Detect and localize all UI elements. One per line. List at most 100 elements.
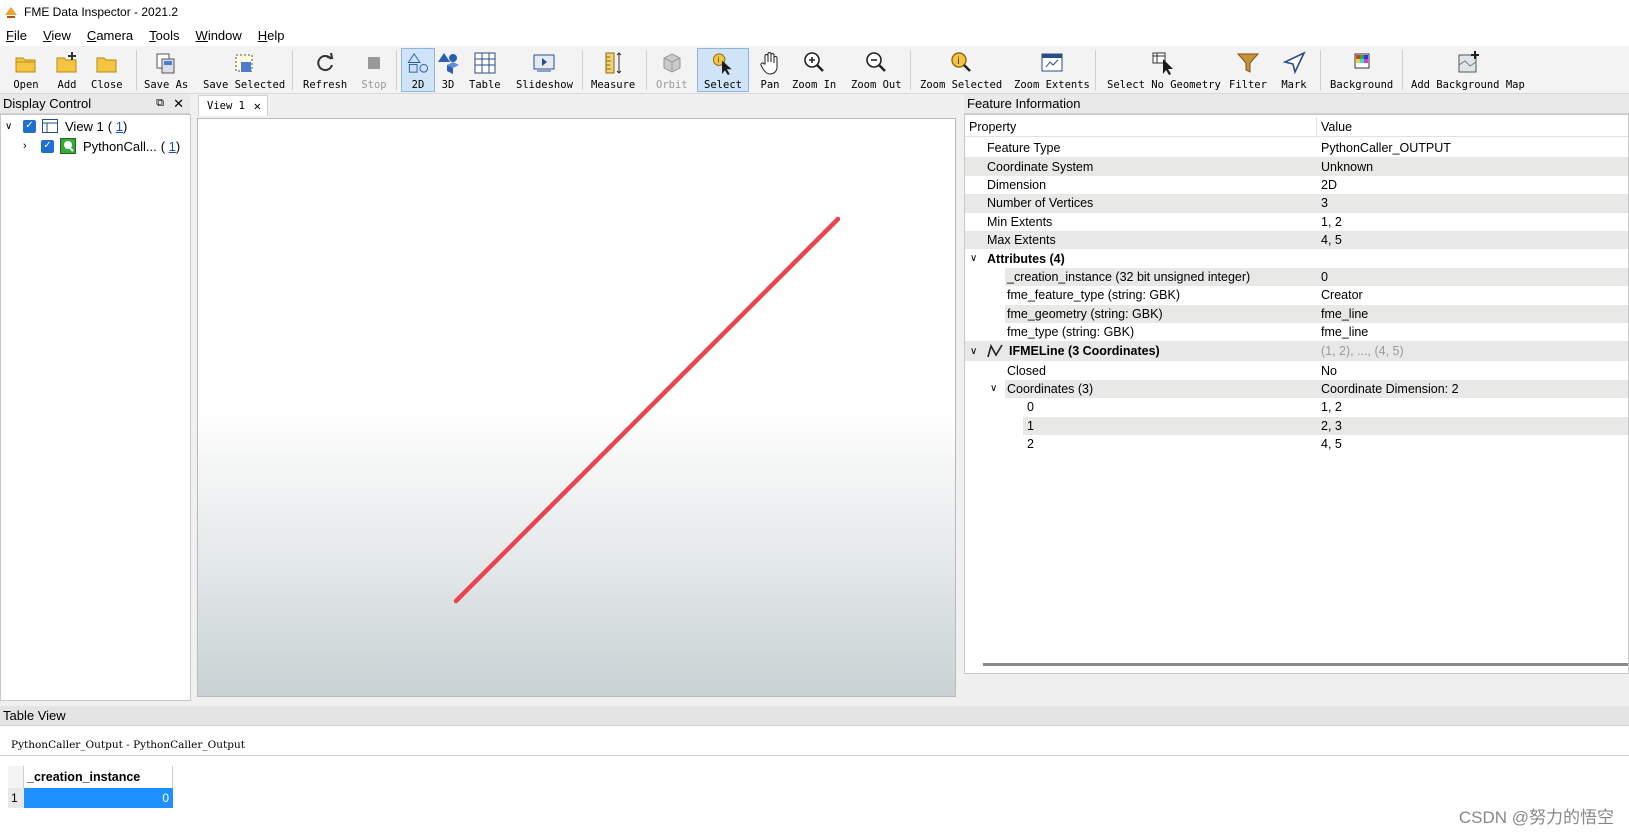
orbit-button[interactable]: Orbit [653,48,691,92]
pan-button[interactable]: Pan [754,48,786,92]
watermark: CSDN @努力的悟空 [1458,808,1614,827]
zoom-out-icon [866,52,887,72]
column-header-creation-instance[interactable]: _creation_instance [24,766,173,788]
menu-window[interactable]: Window [196,28,242,43]
property-row[interactable]: Coordinate System Unknown [965,157,1628,176]
measure-button[interactable]: Measure [588,48,638,92]
hand-icon [760,52,778,75]
save-as-icon [156,53,175,74]
property-row[interactable]: Dimension 2D [965,176,1628,194]
svg-text:i: i [957,56,960,67]
title-bar: FME Data Inspector - 2021.2 [0,0,1629,24]
zoom-in-button[interactable]: Zoom In [789,48,839,92]
chevron-down-icon[interactable]: ∨ [990,383,997,394]
close-panel-icon[interactable]: ✕ [173,96,184,112]
pythoncaller-checkbox[interactable]: ✓ [41,139,54,153]
map-viewport[interactable] [197,118,956,697]
geometry-property-row[interactable]: Closed No [965,361,1628,379]
attribute-row[interactable]: fme_feature_type (string: GBK) Creator [965,286,1628,304]
zoom-in-icon [804,52,825,72]
view1-count-link[interactable]: 1 [116,119,123,134]
pythoncaller-label: PythonCall... [83,138,157,154]
save-as-button[interactable]: Save As [141,48,191,92]
open-button[interactable]: Open [10,48,42,92]
svg-text:i: i [717,56,719,65]
coordinates-group-row[interactable]: ∨ Coordinates (3) Coordinate Dimension: … [965,379,1628,399]
add-button[interactable]: Add [51,48,83,92]
coordinate-row[interactable]: 0 1, 2 [965,398,1628,416]
folder-add-icon [56,52,77,73]
attribute-row[interactable]: fme_geometry (string: GBK) fme_line [965,304,1628,323]
property-row[interactable]: Min Extents 1, 2 [965,213,1628,231]
display-control-title-bar: Display Control ⧉ ✕ [0,94,190,114]
tab-view1[interactable]: View 1 ✕ [198,95,268,116]
property-row[interactable]: Max Extents 4, 5 [965,231,1628,250]
view-window-icon [42,119,58,133]
close-button[interactable]: Close [88,48,126,92]
pythoncaller-count-link[interactable]: 1 [169,139,176,154]
table-source-selector[interactable]: PythonCaller_Output - PythonCaller_Outpu… [0,734,1629,756]
chevron-right-icon[interactable]: › [23,140,37,152]
zoom-selected-button[interactable]: i Zoom Selected [917,48,1005,92]
chevron-down-icon[interactable]: ∨ [970,253,977,264]
attribute-row[interactable]: _creation_instance (32 bit unsigned inte… [965,267,1628,287]
tree-item-pythoncaller[interactable]: › ✓ PythonCall... ( 1) [23,136,180,156]
zoom-extents-button[interactable]: Zoom Extents [1011,48,1093,92]
attribute-row[interactable]: fme_type (string: GBK) fme_line [965,323,1628,341]
menu-help[interactable]: Help [258,28,285,43]
refresh-icon [317,52,334,72]
chevron-down-icon[interactable]: ∨ [5,121,19,132]
select-button[interactable]: i Select [697,48,749,92]
value-column-header[interactable]: Value [1321,120,1352,134]
close-tab-icon[interactable]: ✕ [254,99,261,113]
background-button[interactable]: Background [1327,48,1396,92]
coordinate-row[interactable]: 1 2, 3 [965,416,1628,435]
zoom-extents-icon [1041,53,1063,72]
horizontal-scrollbar[interactable] [983,663,1628,666]
folder-close-icon [96,57,117,73]
coordinate-row[interactable]: 2 4, 5 [965,435,1628,453]
refresh-button[interactable]: Refresh [300,48,350,92]
table-cell-selected[interactable]: 0 [24,788,173,808]
select-no-geometry-button[interactable]: Select No Geometry [1104,48,1224,92]
shapes-2d-icon [407,53,429,73]
filter-button[interactable]: Filter [1226,48,1270,92]
2d-button[interactable]: 2D [401,48,435,92]
feature-type-icon [60,138,76,154]
display-control-title: Display Control [3,96,92,111]
menu-file[interactable]: File [6,28,27,43]
table-icon [474,52,496,74]
feature-information-panel: Property Value Feature Type PythonCaller_… [964,114,1629,674]
slideshow-button[interactable]: Slideshow [513,48,576,92]
property-row[interactable]: Number of Vertices 3 [965,194,1628,213]
view1-checkbox[interactable]: ✓ [23,119,36,133]
row-number[interactable]: 1 [8,788,24,808]
float-panel-icon[interactable]: ⧉ [156,97,164,110]
property-row[interactable]: Feature Type PythonCaller_OUTPUT [965,139,1628,157]
add-background-map-icon [1458,51,1479,73]
background-grid-icon [1354,53,1370,69]
menu-tools[interactable]: Tools [149,28,179,43]
table-button[interactable]: Table [466,48,504,92]
save-selected-button[interactable]: Save Selected [200,48,288,92]
table-view-title-bar: Table View [0,706,1629,726]
zoom-out-button[interactable]: Zoom Out [848,48,905,92]
viewport-svg [453,216,841,604]
line-geometry[interactable] [453,216,841,604]
line-geometry-icon [987,344,1003,358]
chevron-down-icon[interactable]: ∨ [970,346,977,357]
tab-view1-label: View 1 [207,100,245,112]
attributes-group-row[interactable]: ∨ Attributes (4) [965,249,1628,267]
3d-button[interactable]: 3D [432,48,464,92]
view-tab-bar: View 1 ✕ [196,94,958,116]
stop-button[interactable]: Stop [358,48,390,92]
mark-button[interactable]: Mark [1278,48,1310,92]
select-cursor-icon: i [712,53,732,76]
menu-view[interactable]: View [43,28,71,43]
property-column-header[interactable]: Property [969,120,1016,134]
add-background-map-button[interactable]: Add Background Map [1408,48,1528,92]
menu-camera[interactable]: Camera [87,28,133,43]
select-no-geometry-icon [1152,52,1173,75]
tree-item-view1[interactable]: ∨ ✓ View 1 ( 1) [5,116,127,136]
geometry-group-row[interactable]: ∨ IFMELine (3 Coordinates) (1, 2), ..., … [965,341,1628,362]
